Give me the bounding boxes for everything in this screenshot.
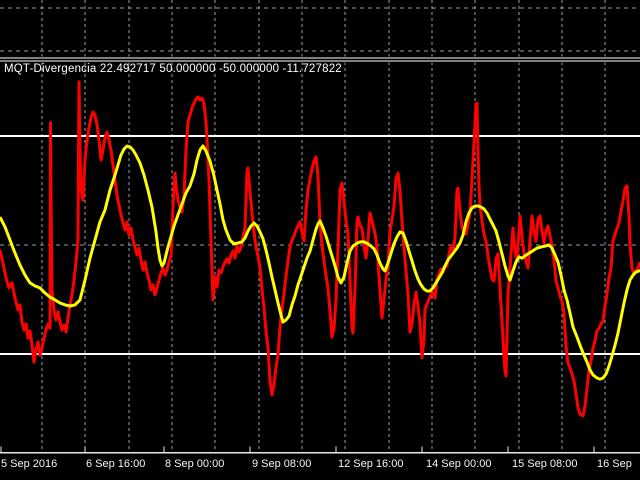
time-axis-label: 16 Sep [597,458,632,470]
time-axis-label: 15 Sep 08:00 [512,458,578,470]
time-axis-label: 8 Sep 00:00 [165,458,225,470]
time-axis-label: 12 Sep 16:00 [338,458,404,470]
mt4-chart-window: MQT-Divergencia 22.492717 50.000000 -50.… [0,0,640,480]
time-axis-label: 9 Sep 08:00 [252,458,312,470]
time-axis-label: 6 Sep 16:00 [86,458,146,470]
time-axis-label: 5 Sep 2016 [1,458,58,470]
time-axis-label: 14 Sep 00:00 [426,458,492,470]
indicator-values-label: MQT-Divergencia 22.492717 50.000000 -50.… [4,63,342,75]
